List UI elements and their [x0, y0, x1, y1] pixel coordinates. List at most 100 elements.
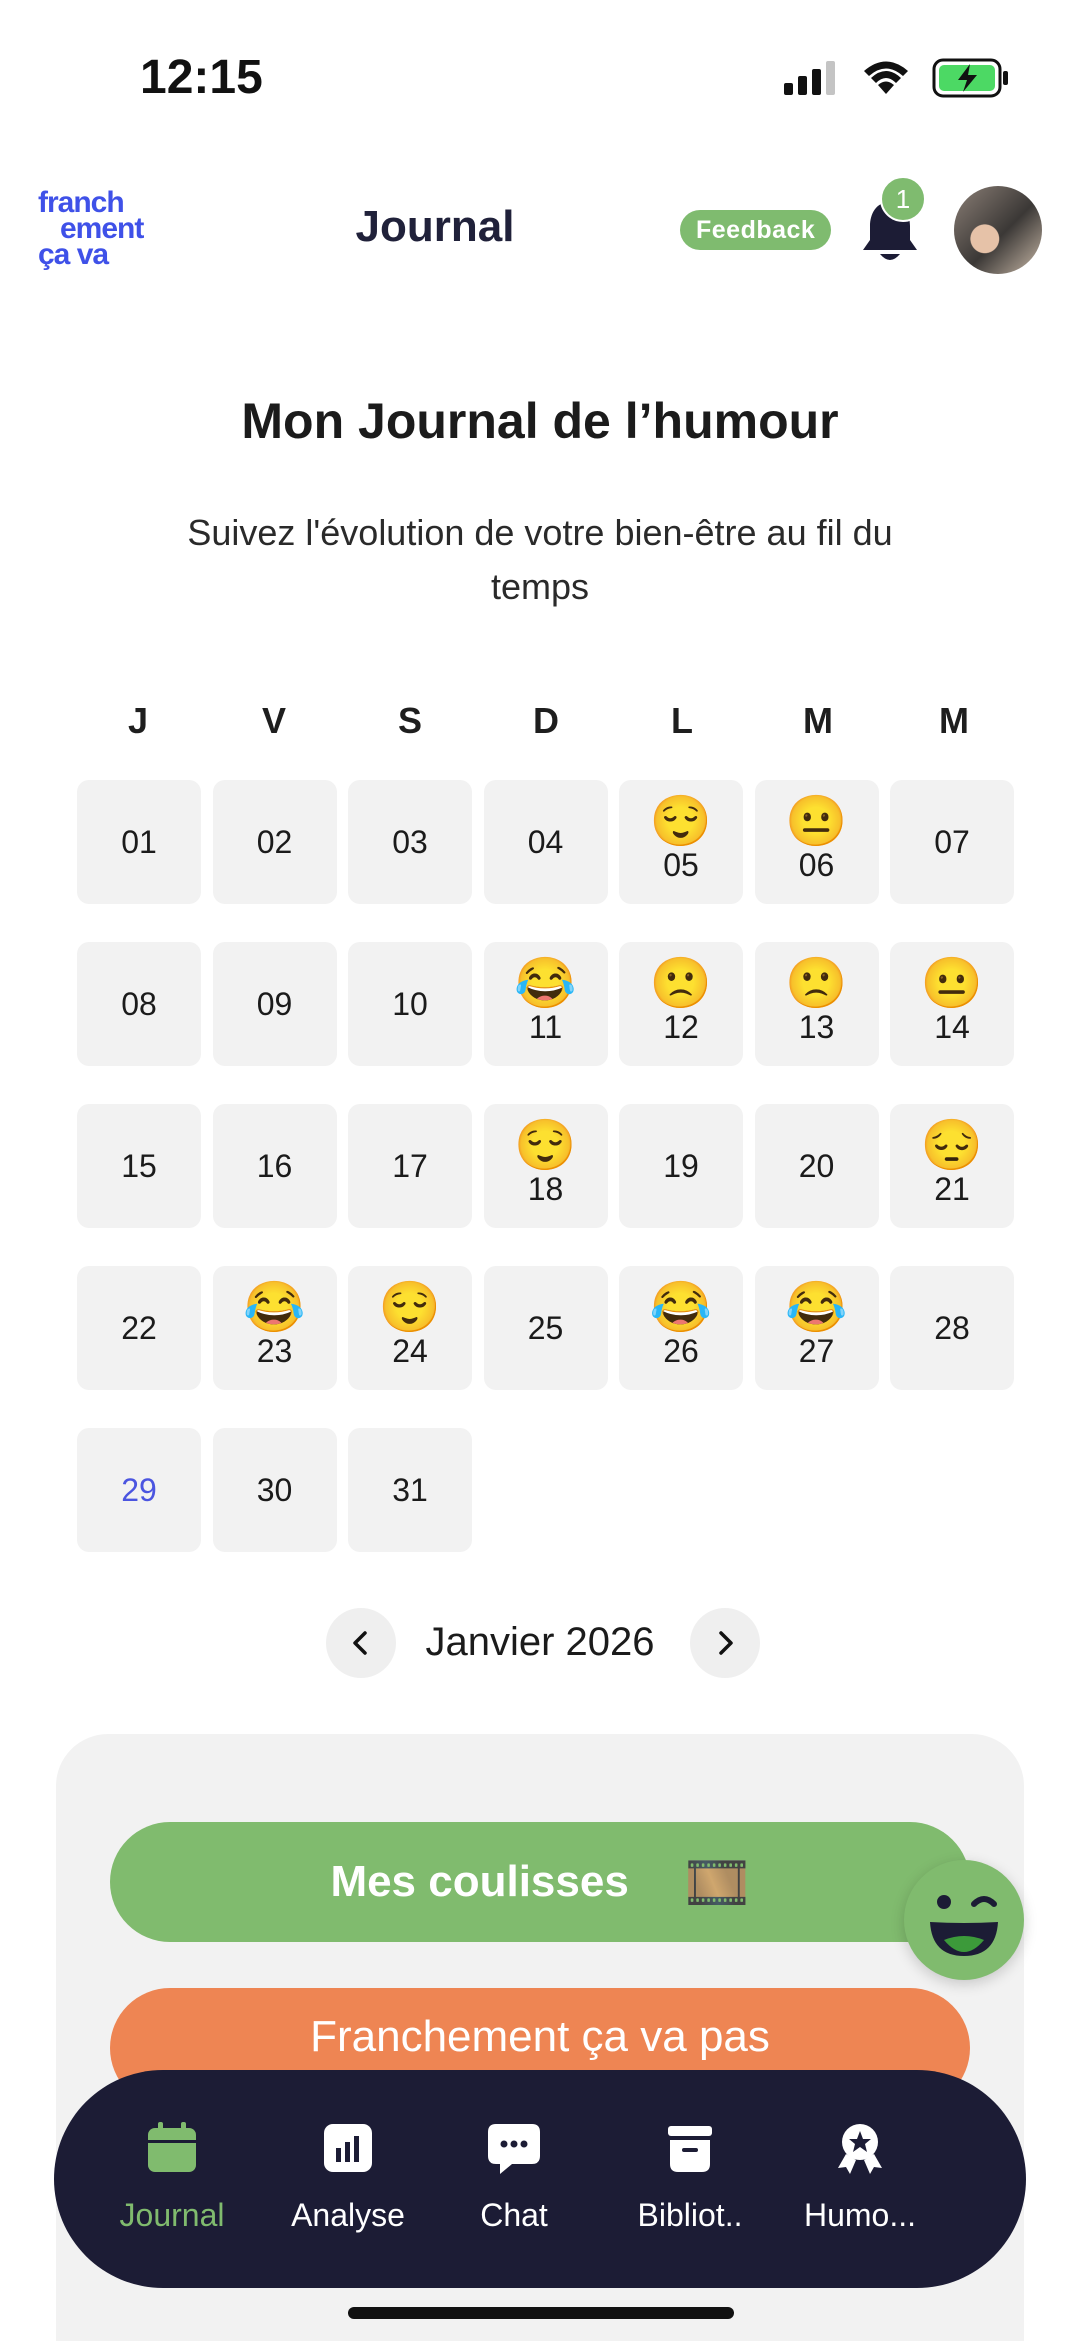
- weekday-label: M: [939, 700, 969, 741]
- day-number: 27: [798, 1333, 835, 1369]
- mood-emoji: 😌: [378, 1279, 442, 1335]
- chart-icon: [324, 2124, 372, 2172]
- mood-emoji: 😌: [649, 793, 713, 849]
- calendar-day[interactable]: 😌 05: [619, 780, 743, 904]
- bottom-tab-bar: Journal Analyse Chat Bibliot.. Humo...: [54, 2070, 1026, 2288]
- day-number: 28: [934, 1310, 970, 1346]
- next-month-button[interactable]: [690, 1608, 760, 1678]
- winking-smiley-icon: [930, 1895, 998, 1956]
- calendar-day[interactable]: 😂 23: [212, 1266, 337, 1390]
- film-icon: 🎞️: [684, 1853, 750, 1912]
- cellular-signal-icon: [784, 61, 835, 95]
- weekday-label: V: [261, 700, 286, 741]
- day-number: 26: [663, 1333, 699, 1369]
- previous-month-button[interactable]: [326, 1608, 396, 1678]
- calendar-day[interactable]: 31: [348, 1428, 472, 1552]
- calendar-day[interactable]: 04: [483, 780, 608, 904]
- chat-icon: [488, 2124, 540, 2174]
- mood-smiley-button[interactable]: [904, 1860, 1024, 1980]
- calendar-day[interactable]: 29: [77, 1428, 201, 1552]
- calendar-day[interactable]: 😔 21: [890, 1104, 1014, 1228]
- day-number: 14: [934, 1009, 970, 1045]
- day-number: 04: [527, 824, 564, 860]
- calendar-day[interactable]: 28: [890, 1266, 1014, 1390]
- day-number: 02: [256, 824, 293, 860]
- day-number: 20: [798, 1148, 835, 1184]
- tab-label: Journal: [119, 2197, 225, 2233]
- calendar-day[interactable]: 08: [77, 942, 201, 1066]
- day-number: 11: [528, 1009, 563, 1045]
- day-number: 15: [121, 1148, 157, 1184]
- calendar-day[interactable]: 🙁 12: [619, 942, 743, 1066]
- calendar-day[interactable]: 09: [212, 942, 337, 1066]
- day-number: 24: [392, 1333, 428, 1369]
- notification-count-badge: 1: [880, 176, 926, 222]
- tab-label: Chat: [480, 2197, 548, 2233]
- calendar-day[interactable]: 😌 18: [483, 1104, 608, 1228]
- journal-screen: 12:15 franch ement ça va Journal Feedbac…: [0, 0, 1080, 2341]
- chevron-right-icon: [719, 1631, 733, 1655]
- calendar-day[interactable]: 🙁 13: [754, 942, 879, 1066]
- day-number: 16: [256, 1148, 293, 1184]
- wifi-icon: [864, 61, 908, 94]
- weekday-label: S: [397, 700, 422, 741]
- home-indicator: [348, 2307, 734, 2319]
- calendar-day[interactable]: 19: [619, 1104, 743, 1228]
- calendar-day[interactable]: 😂 27: [754, 1266, 879, 1390]
- tab-bibliotheque[interactable]: Bibliot..: [600, 2120, 780, 2260]
- day-number: 29: [121, 1472, 157, 1508]
- calendar-day[interactable]: 😐 06: [754, 780, 879, 904]
- tab-humour[interactable]: Humo...: [770, 2120, 950, 2260]
- calendar-day[interactable]: 02: [212, 780, 337, 904]
- page-title: Mon Journal de l’humour: [241, 393, 839, 449]
- day-number: 13: [798, 1009, 835, 1045]
- calendar-day[interactable]: 20: [754, 1104, 879, 1228]
- calendar-day[interactable]: 10: [348, 942, 472, 1066]
- calendar-day[interactable]: 03: [348, 780, 472, 904]
- tab-label: Humo...: [803, 2197, 917, 2233]
- user-avatar[interactable]: [954, 186, 1042, 274]
- day-number: 21: [934, 1171, 970, 1207]
- calendar-icon: [148, 2122, 196, 2172]
- mood-emoji: 😂: [649, 1279, 713, 1335]
- calendar-day[interactable]: 😂 26: [619, 1266, 743, 1390]
- calendar-day[interactable]: 30: [212, 1428, 337, 1552]
- tab-label: Analyse: [291, 2197, 405, 2233]
- calendar-day[interactable]: 😐 14: [890, 942, 1014, 1066]
- weekday-label: D: [533, 700, 559, 741]
- calendar-day[interactable]: 25: [483, 1266, 608, 1390]
- tab-chat[interactable]: Chat: [424, 2120, 604, 2260]
- day-number: 31: [392, 1472, 428, 1508]
- weekday-label: L: [671, 700, 693, 741]
- day-number: 12: [663, 1009, 699, 1045]
- tab-label: Bibliot..: [637, 2197, 743, 2233]
- calendar-day[interactable]: 16: [212, 1104, 337, 1228]
- battery-charging-icon: [932, 58, 1008, 98]
- calendar-day[interactable]: 17: [348, 1104, 472, 1228]
- feedback-button[interactable]: Feedback: [680, 210, 832, 250]
- tab-analyse[interactable]: Analyse: [258, 2120, 438, 2260]
- calendar-day[interactable]: 😂 11: [483, 942, 608, 1066]
- mood-emoji: 🙁: [649, 955, 713, 1011]
- day-number: 06: [798, 847, 835, 883]
- day-number: 01: [121, 824, 157, 860]
- calendar-day[interactable]: 01: [77, 780, 201, 904]
- calendar-day[interactable]: 15: [77, 1104, 201, 1228]
- calendar-day[interactable]: 😌 24: [348, 1266, 472, 1390]
- day-number: 09: [256, 986, 293, 1022]
- page-subtitle: Suivez l'évolution de votre bien-être au…: [187, 512, 893, 607]
- mood-emoji: 😌: [514, 1117, 577, 1173]
- calendar-day[interactable]: 22: [77, 1266, 201, 1390]
- day-number: 18: [527, 1171, 564, 1207]
- day-number: 07: [934, 824, 970, 860]
- day-number: 30: [256, 1472, 293, 1508]
- status-time: 12:15: [140, 51, 263, 104]
- chevron-left-icon: [353, 1631, 367, 1655]
- tab-journal[interactable]: Journal: [82, 2120, 262, 2260]
- calendar-day[interactable]: 07: [890, 780, 1014, 904]
- mood-emoji: 😂: [243, 1279, 306, 1335]
- mood-emoji: 😂: [785, 1279, 848, 1335]
- mes-coulisses-button[interactable]: Mes coulisses 🎞️: [110, 1822, 970, 1942]
- day-number: 25: [527, 1310, 564, 1346]
- status-icons: [784, 58, 1010, 98]
